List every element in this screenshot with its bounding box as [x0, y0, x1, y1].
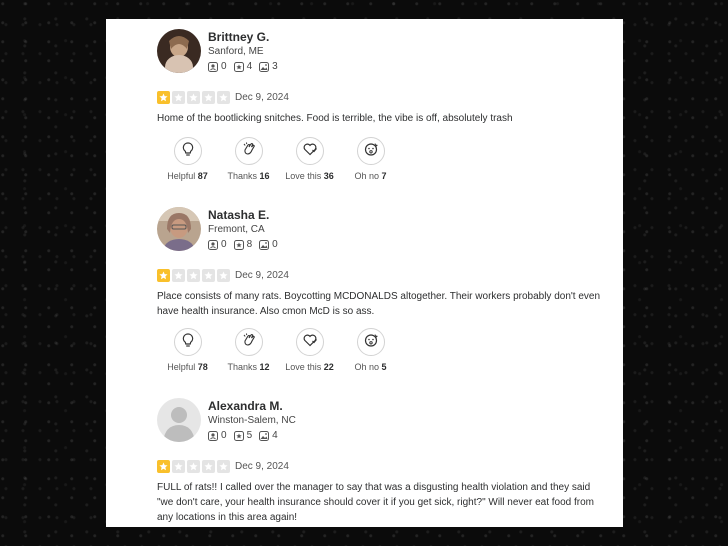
avatar[interactable]	[157, 398, 201, 442]
reviewer-location: Fremont, CA	[208, 224, 265, 235]
love-this-label: Love this	[285, 362, 322, 372]
love-this-label: Love this	[285, 171, 322, 181]
star-empty-icon	[217, 269, 230, 282]
oh-no-label: Oh no	[354, 362, 379, 372]
thanks-count: 16	[259, 171, 270, 181]
star-empty-icon	[202, 91, 215, 104]
oh-no-count: 7	[381, 171, 387, 181]
reviewer-name[interactable]: Natasha E.	[208, 208, 269, 222]
heart-icon	[302, 141, 318, 162]
thanks-label: Thanks	[227, 171, 257, 181]
friends-count: 0	[221, 239, 227, 250]
clapping-hands-icon	[241, 141, 257, 162]
oh-no-label: Oh no	[354, 171, 379, 181]
star-filled-icon	[157, 460, 170, 473]
star-empty-icon	[172, 91, 185, 104]
friends-icon	[208, 430, 218, 441]
thanks-label: Thanks	[227, 362, 257, 372]
star-empty-icon	[217, 91, 230, 104]
reviewer-name[interactable]: Alexandra M.	[208, 399, 283, 413]
clapping-hands-icon	[241, 332, 257, 353]
reviewer-stats: 0 5 4	[208, 430, 281, 441]
friends-icon	[208, 239, 218, 250]
shocked-face-icon	[363, 332, 379, 353]
photos-count: 4	[272, 430, 278, 441]
love-this-button[interactable]: Love this 36	[279, 137, 340, 181]
helpful-button[interactable]: Helpful 78	[157, 328, 218, 372]
friends-icon	[208, 61, 218, 72]
lightbulb-icon	[180, 141, 196, 162]
love-this-count: 22	[323, 362, 334, 372]
star-empty-icon	[202, 269, 215, 282]
helpful-button[interactable]: Helpful 87	[157, 137, 218, 181]
love-this-count: 36	[323, 171, 334, 181]
friends-count: 0	[221, 61, 227, 72]
review-card: Brittney G. Sanford, ME 0 4 3 Dec 9, 202…	[106, 19, 623, 199]
photos-icon	[259, 61, 270, 72]
review-date: Dec 9, 2024	[235, 270, 289, 281]
star-rating	[157, 269, 230, 282]
reviews-count: 8	[246, 239, 253, 250]
reviewer-stats: 0 8 0	[208, 239, 281, 250]
reviews-count: 5	[246, 430, 253, 441]
star-filled-icon	[157, 91, 170, 104]
review-date: Dec 9, 2024	[235, 92, 289, 103]
photos-icon	[259, 430, 270, 441]
lightbulb-icon	[180, 332, 196, 353]
thanks-count: 12	[259, 362, 270, 372]
helpful-label: Helpful	[167, 171, 196, 181]
review-text: Home of the bootlicking snitches. Food i…	[157, 113, 513, 124]
love-this-button[interactable]: Love this 22	[279, 328, 340, 372]
star-empty-icon	[187, 460, 200, 473]
reviews-panel: Brittney G. Sanford, ME 0 4 3 Dec 9, 202…	[106, 19, 623, 527]
reviews-icon	[233, 239, 244, 250]
reviews-icon	[233, 430, 244, 441]
star-empty-icon	[172, 460, 185, 473]
oh-no-count: 5	[381, 362, 387, 372]
oh-no-button[interactable]: Oh no 7	[340, 137, 401, 181]
reviewer-location: Sanford, ME	[208, 46, 264, 57]
review-date: Dec 9, 2024	[235, 461, 289, 472]
oh-no-button[interactable]: Oh no 5	[340, 328, 401, 372]
photos-count: 0	[272, 239, 278, 250]
reaction-bar: Helpful 87 Thanks 16 Love this 36 Oh no …	[157, 137, 401, 181]
review-card: Natasha E. Fremont, CA 0 8 0 Dec 9, 2024…	[106, 197, 623, 387]
avatar[interactable]	[157, 29, 201, 73]
star-empty-icon	[187, 91, 200, 104]
reviewer-stats: 0 4 3	[208, 61, 281, 72]
reviewer-location: Winston-Salem, NC	[208, 415, 296, 426]
photos-count: 3	[272, 61, 278, 72]
helpful-count: 87	[197, 171, 208, 181]
helpful-count: 78	[197, 362, 208, 372]
star-empty-icon	[202, 460, 215, 473]
friends-count: 0	[221, 430, 227, 441]
reaction-bar: Helpful 78 Thanks 12 Love this 22 Oh no …	[157, 328, 401, 372]
star-rating	[157, 460, 230, 473]
review-card: Alexandra M. Winston-Salem, NC 0 5 4 Dec…	[106, 388, 623, 527]
star-rating	[157, 91, 230, 104]
reviews-count: 4	[246, 61, 253, 72]
thanks-button[interactable]: Thanks 12	[218, 328, 279, 372]
shocked-face-icon	[363, 141, 379, 162]
heart-icon	[302, 332, 318, 353]
star-filled-icon	[157, 269, 170, 282]
reviewer-name[interactable]: Brittney G.	[208, 30, 269, 44]
star-empty-icon	[172, 269, 185, 282]
photos-icon	[259, 239, 270, 250]
helpful-label: Helpful	[167, 362, 196, 372]
review-text: FULL of rats!! I called over the manager…	[157, 482, 594, 523]
star-empty-icon	[187, 269, 200, 282]
thanks-button[interactable]: Thanks 16	[218, 137, 279, 181]
review-text: Place consists of many rats. Boycotting …	[157, 291, 601, 317]
reviews-icon	[233, 61, 244, 72]
avatar[interactable]	[157, 207, 201, 251]
star-empty-icon	[217, 460, 230, 473]
